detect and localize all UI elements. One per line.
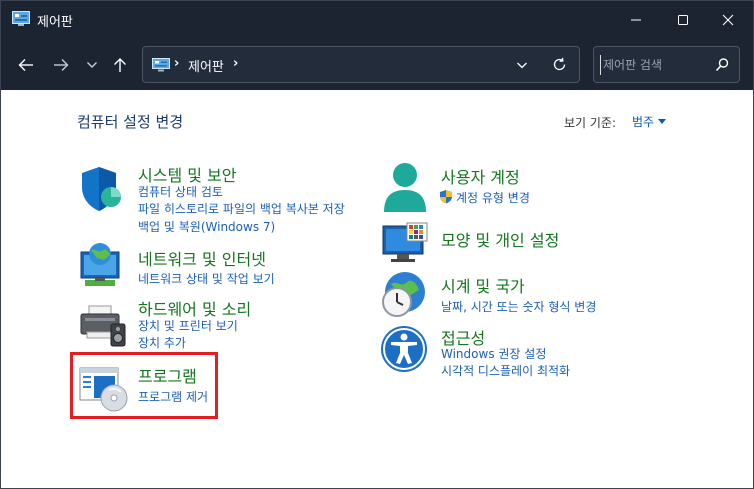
view-by-label: 보기 기준:	[564, 116, 617, 130]
category-appearance-title[interactable]: 모양 및 개인 설정	[441, 227, 559, 251]
arrow-right-icon	[54, 59, 69, 71]
programs-highlight-box	[70, 352, 218, 419]
maximize-button[interactable]	[660, 1, 706, 39]
back-button[interactable]	[13, 52, 39, 78]
category-clock-region-title[interactable]: 시계 및 국가	[441, 273, 525, 297]
up-button[interactable]	[107, 52, 133, 78]
content-area: 컴퓨터 설정 변경 보기 기준: 범주 시스템 및 보안 컴퓨터 상태 검토 파…	[1, 90, 753, 488]
refresh-icon[interactable]	[552, 57, 567, 72]
address-dropdown-icon[interactable]	[515, 58, 529, 72]
link-devices-printers[interactable]: 장치 및 프린터 보기	[138, 317, 238, 334]
minimize-icon	[631, 19, 641, 21]
minimize-button[interactable]	[613, 1, 659, 39]
view-by-dropdown[interactable]: 범주	[632, 113, 654, 130]
link-review-computer-status[interactable]: 컴퓨터 상태 검토	[138, 183, 223, 200]
close-button[interactable]	[705, 1, 751, 39]
link-optimize-visual-display[interactable]: 시각적 디스플레이 최적화	[441, 362, 570, 379]
uac-shield-icon	[440, 190, 452, 204]
arrow-left-icon	[18, 59, 33, 71]
view-by-caret-icon[interactable]	[658, 119, 666, 124]
breadcrumb-control-panel[interactable]: 제어판	[188, 56, 224, 75]
printer-speaker-icon[interactable]	[79, 304, 129, 348]
forward-button[interactable]	[48, 52, 74, 78]
address-bar[interactable]: › 제어판 ›	[142, 46, 580, 83]
link-windows-recommended-settings[interactable]: Windows 권장 설정	[441, 345, 546, 362]
maximize-icon	[678, 15, 688, 25]
control-panel-icon	[152, 58, 170, 72]
recent-locations-button[interactable]	[79, 52, 105, 78]
close-icon	[722, 14, 734, 26]
window-title: 제어판	[37, 15, 73, 30]
link-change-account-type[interactable]: 계정 유형 변경	[456, 189, 530, 206]
clock-globe-icon[interactable]	[379, 270, 429, 320]
monitor-personalize-icon[interactable]	[381, 222, 431, 266]
search-box[interactable]	[593, 46, 740, 83]
accessibility-icon[interactable]	[380, 325, 428, 373]
breadcrumb-separator: ›	[174, 56, 180, 71]
control-panel-app-icon	[12, 11, 30, 26]
navigation-bar: › 제어판 ›	[1, 39, 753, 90]
link-date-time-format[interactable]: 날짜, 시간 또는 숫자 형식 변경	[441, 298, 596, 315]
page-title: 컴퓨터 설정 변경	[77, 113, 184, 131]
network-globe-icon[interactable]	[79, 240, 127, 288]
arrow-up-icon	[114, 58, 126, 72]
link-file-history-backup[interactable]: 파일 히스토리로 파일의 백업 복사본 저장	[138, 200, 345, 217]
shield-icon[interactable]	[79, 165, 125, 213]
breadcrumb-separator[interactable]: ›	[233, 56, 238, 71]
search-input[interactable]	[600, 55, 710, 75]
title-bar: 제어판	[1, 1, 753, 39]
chevron-down-icon	[87, 62, 97, 68]
link-backup-restore-win7[interactable]: 백업 및 복원(Windows 7)	[138, 218, 275, 235]
link-network-status[interactable]: 네트워크 상태 및 작업 보기	[138, 270, 275, 287]
search-icon[interactable]	[714, 57, 730, 73]
link-add-device[interactable]: 장치 추가	[138, 334, 186, 351]
category-network-internet-title[interactable]: 네트워크 및 인터넷	[138, 246, 266, 270]
category-user-accounts-title[interactable]: 사용자 계정	[441, 164, 520, 188]
control-panel-window: 제어판 › 제어판 › 제어판 검색 컴퓨터 설정 변경 보기 기준: 범주 시…	[0, 0, 754, 489]
user-icon[interactable]	[381, 162, 429, 214]
